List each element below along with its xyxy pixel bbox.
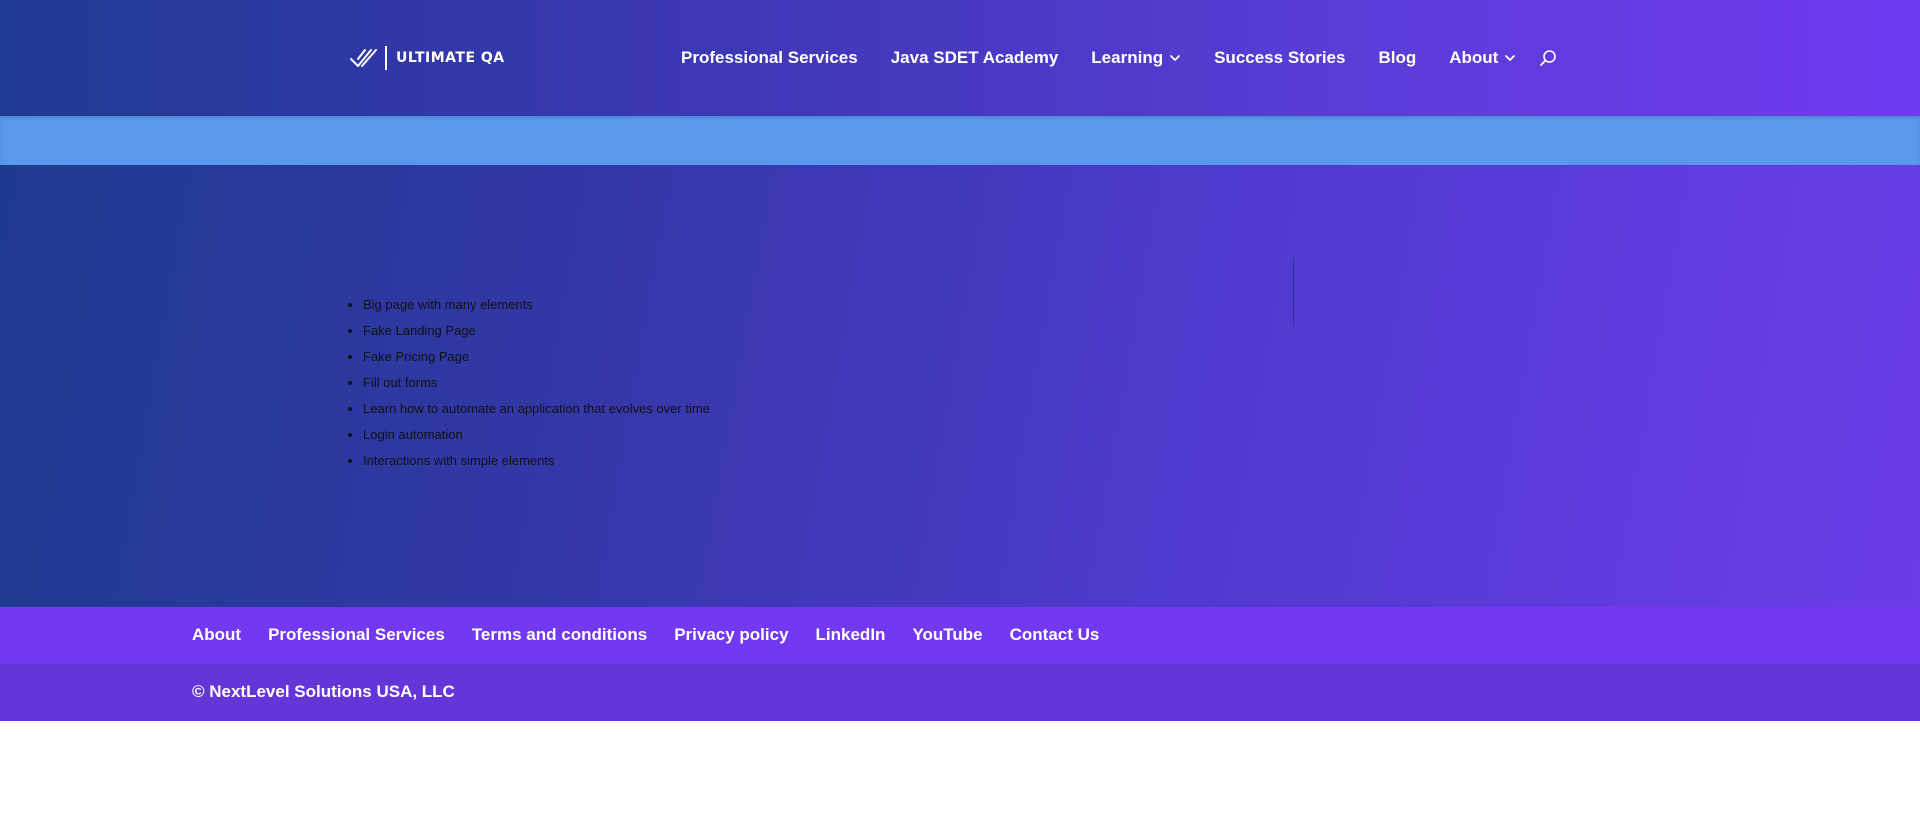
main-nav: Professional Services Java SDET Academy … <box>681 46 1558 70</box>
link-login-automation[interactable]: Login automation <box>363 427 463 442</box>
copyright-bar: © NextLevel Solutions USA, LLC <box>0 664 1920 721</box>
search-icon[interactable] <box>1538 48 1558 68</box>
link-fill-out-forms[interactable]: Fill out forms <box>363 375 437 390</box>
nav-about[interactable]: About <box>1449 48 1516 68</box>
list-item: Interactions with simple elements <box>363 451 710 477</box>
main-content: Big page with many elements Fake Landing… <box>0 165 1920 607</box>
footer-link-contact[interactable]: Contact Us <box>1010 625 1100 645</box>
nav-java-sdet-academy[interactable]: Java SDET Academy <box>891 48 1059 68</box>
list-item: Learn how to automate an application tha… <box>363 399 710 425</box>
list-item: Fake Landing Page <box>363 321 710 347</box>
list-item: Fill out forms <box>363 373 710 399</box>
automation-links-list: Big page with many elements Fake Landing… <box>349 295 710 477</box>
nav-label: Professional Services <box>681 48 858 67</box>
list-item: Fake Pricing Page <box>363 347 710 373</box>
link-fake-landing-page[interactable]: Fake Landing Page <box>363 323 476 338</box>
nav-label: About <box>1449 48 1499 67</box>
site-logo[interactable]: ULTIMATE QA <box>349 44 505 72</box>
nav-success-stories[interactable]: Success Stories <box>1214 48 1345 68</box>
nav-blog[interactable]: Blog <box>1378 48 1416 68</box>
link-fake-pricing-page[interactable]: Fake Pricing Page <box>363 349 469 364</box>
nav-label: Java SDET Academy <box>890 48 1059 67</box>
footer-link-linkedin[interactable]: LinkedIn <box>816 625 886 645</box>
list-item: Login automation <box>363 425 710 451</box>
link-simple-elements[interactable]: Interactions with simple elements <box>363 453 554 468</box>
footer-link-privacy[interactable]: Privacy policy <box>674 625 788 645</box>
column-divider <box>1293 258 1294 326</box>
footer-link-about[interactable]: About <box>192 625 241 645</box>
link-evolving-app[interactable]: Learn how to automate an application tha… <box>363 401 710 416</box>
copyright-text: © NextLevel Solutions USA, LLC <box>192 682 455 701</box>
footer-link-professional-services[interactable]: Professional Services <box>268 625 445 645</box>
nav-label: Blog <box>1378 48 1417 67</box>
nav-learning[interactable]: Learning <box>1091 48 1181 68</box>
footer-nav: About Professional Services Terms and co… <box>0 607 1920 664</box>
checkmark-logo-icon <box>350 49 377 67</box>
footer-link-terms[interactable]: Terms and conditions <box>472 625 647 645</box>
nav-label: Learning <box>1091 48 1164 67</box>
footer-link-youtube[interactable]: YouTube <box>912 625 982 645</box>
footer-links: About Professional Services Terms and co… <box>192 625 1126 645</box>
link-big-page[interactable]: Big page with many elements <box>363 297 533 312</box>
logo-divider <box>385 46 387 70</box>
nav-label: Success Stories <box>1214 48 1346 67</box>
nav-professional-services[interactable]: Professional Services <box>681 48 858 68</box>
chevron-down-icon <box>1170 55 1180 61</box>
site-header: ULTIMATE QA Professional Services Java S… <box>0 0 1920 116</box>
blue-banner <box>0 116 1920 165</box>
chevron-down-icon <box>1505 55 1516 61</box>
logo-text: ULTIMATE QA <box>396 50 505 66</box>
list-item: Big page with many elements <box>363 295 710 321</box>
